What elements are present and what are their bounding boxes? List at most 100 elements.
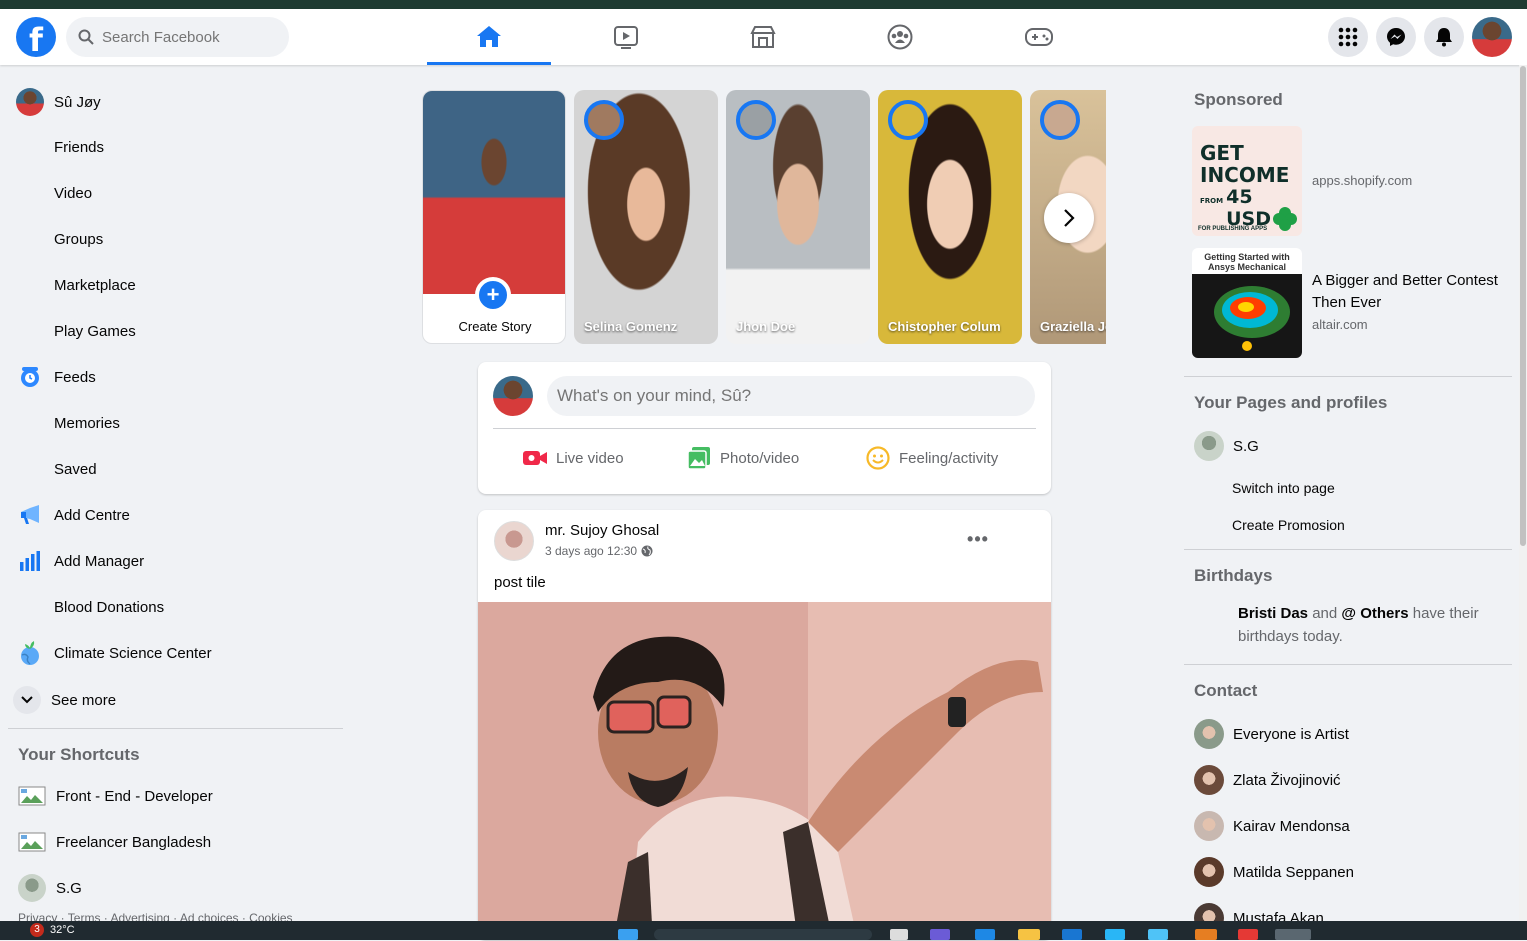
sidebar-item-climate-science-center[interactable]: Climate Science Center [8,630,348,676]
shortcut-avatar [18,874,46,902]
post-time[interactable]: 3 days ago 12:30 [545,544,637,558]
chevron-right-icon [1064,209,1075,227]
create-promotion-link[interactable]: Create Promosion [1184,506,1512,543]
folder-icon[interactable] [1018,929,1040,940]
pages-title: Your Pages and profiles [1194,393,1388,412]
sidebar-item-saved[interactable]: Saved [8,446,348,492]
right-sidebar: Sponsored GET INCOME FROM 45 USD FOR PUBL… [1184,80,1512,941]
taskbar-app-icon[interactable] [1195,929,1217,940]
composer-input[interactable] [557,386,1017,406]
post-photo-illustration [478,602,1051,940]
sidebar-item-groups[interactable]: Groups [8,216,348,262]
story-avatar [584,100,624,140]
birthday-others: @ Others [1341,605,1409,622]
composer-avatar[interactable] [493,376,533,416]
notifications-button[interactable] [1424,17,1464,57]
sidebar-item-feeds[interactable]: Feeds [8,354,348,400]
contact-avatar [1194,811,1224,841]
windows-start-icon[interactable] [618,929,638,940]
home-icon [477,25,501,47]
tab-groups[interactable] [838,9,962,65]
top-navbar: f [0,9,1527,65]
left-sidebar: Sû Jøy Friends Video Groups Marketplace Play… [8,80,348,911]
story-card[interactable]: Jhon Doe [726,90,870,344]
sponsored-ad-2[interactable]: Getting Started with Ansys Mechanical A … [1184,242,1512,364]
story-card[interactable]: Chistopher Colum [878,90,1022,344]
vscode-icon[interactable] [975,929,995,940]
taskbar-app-icon[interactable] [1105,929,1125,940]
shortcut-label: S.G [56,879,82,897]
tab-gaming[interactable] [977,9,1101,65]
ad-2-url: altair.com [1312,317,1368,332]
sponsored-ad-1[interactable]: GET INCOME FROM 45 USD FOR PUBLISHING APP… [1184,120,1512,242]
globe-icon [641,545,653,557]
ad-2-thumb-text: Getting Started with [1204,252,1290,262]
taskbar-app-icon[interactable] [1062,929,1082,940]
sidebar-item-add-centre[interactable]: Add Centre [8,492,348,538]
taskbar-app-icon[interactable] [890,929,908,940]
taskbar-search-icon[interactable] [654,929,872,940]
sidebar-item-friends[interactable]: Friends [8,124,348,170]
sidebar-item-add-manager[interactable]: Add Manager [8,538,348,584]
sponsored-title: Sponsored [1194,90,1283,109]
composer-box[interactable] [547,376,1035,416]
sidebar-item-memories[interactable]: Memories [8,400,348,446]
shortcut-item[interactable]: S.G [8,865,348,911]
shortcut-item[interactable]: Freelancer Bangladesh [8,819,348,865]
birthdays-title: Birthdays [1194,566,1273,585]
menu-button[interactable] [1328,17,1368,57]
account-avatar[interactable] [1472,17,1512,57]
sidebar-item-label: Marketplace [54,276,136,294]
birthday-notice[interactable]: Bristi Das and @ Others have their birth… [1184,596,1512,658]
photo-video-button[interactable]: Photo/video [686,440,799,476]
browser-icon[interactable] [1275,929,1311,940]
contact-item[interactable]: Everyone is Artist [1184,711,1512,757]
search-box[interactable] [66,17,289,57]
create-story-card[interactable]: + Create Story [422,90,566,344]
shortcut-item[interactable]: Front - End - Developer [8,773,348,819]
search-input[interactable] [102,28,272,46]
post-author-avatar[interactable] [494,521,534,561]
tab-marketplace[interactable] [701,9,825,65]
right-divider [1184,664,1512,665]
facebook-logo[interactable]: f [16,17,56,57]
taskbar-app-icon[interactable] [930,929,950,940]
contact-item[interactable]: Matilda Seppanen [1184,849,1512,895]
tab-watch[interactable] [564,9,688,65]
tab-home[interactable] [427,9,551,65]
ad-2-graphic [1192,274,1302,358]
sidebar-item-marketplace[interactable]: Marketplace [8,262,348,308]
sidebar-item-video[interactable]: Video [8,170,348,216]
switch-into-page-link[interactable]: Switch into page [1184,469,1512,506]
megaphone-icon [16,501,44,529]
ad-1-thumb-text: GET [1200,141,1244,165]
contact-name: Zlata Živojinović [1233,771,1341,789]
post-author-name[interactable]: mr. Sujoy Ghosal [545,522,659,539]
weather-widget[interactable]: 3 32°C [30,923,75,937]
page-item[interactable]: S.G [1184,423,1512,469]
live-video-button[interactable]: Live video [522,440,624,476]
sidebar-item-blood-donations[interactable]: Blood Donations [8,584,348,630]
messenger-button[interactable] [1376,17,1416,57]
contact-item[interactable]: Zlata Živojinović [1184,757,1512,803]
story-card[interactable]: Selina Gomenz [574,90,718,344]
taskbar-app-icon[interactable] [1148,929,1168,940]
stories-next-button[interactable] [1044,193,1094,243]
sidebar-item-profile[interactable]: Sû Jøy [8,80,348,124]
contact-name: Kairav Mendonsa [1233,817,1350,835]
post-image[interactable] [478,602,1051,940]
contact-avatar [1194,719,1224,749]
taskbar-app-icon[interactable] [1238,929,1258,940]
create-story-label: Create Story [458,319,532,334]
create-story-photo [423,91,565,294]
post-options-button[interactable]: ••• [962,526,994,552]
feeling-activity-button[interactable]: Feeling/activity [865,440,998,476]
see-more-button[interactable]: See more [8,676,348,724]
scrollbar-thumb[interactable] [1520,66,1526,546]
ad-1-url: apps.shopify.com [1312,173,1413,188]
contact-item[interactable]: Kairav Mendonsa [1184,803,1512,849]
sidebar-item-label: Friends [54,138,105,156]
sidebar-item-play-games[interactable]: Play Games [8,308,348,354]
os-taskbar: 3 32°C [0,921,1527,940]
search-icon [78,29,94,45]
